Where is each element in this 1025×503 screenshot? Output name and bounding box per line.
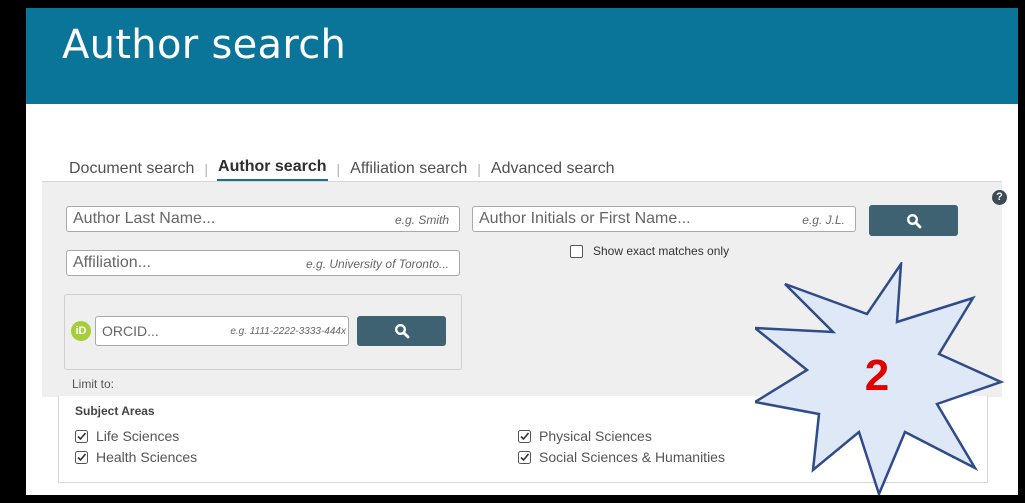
tab-advanced-search[interactable]: Advanced search	[490, 158, 616, 180]
annotation-number: 2	[865, 351, 889, 400]
exact-matches-checkbox[interactable]	[570, 244, 583, 258]
checkbox-checked-icon	[518, 429, 531, 443]
tab-separator: |	[204, 161, 209, 177]
search-tabs: Document search | Author search | Affili…	[68, 156, 616, 182]
tab-separator: |	[336, 161, 341, 177]
tab-affiliation-search[interactable]: Affiliation search	[349, 158, 468, 180]
header-banner: Author search	[26, 8, 1018, 104]
subject-areas-title: Subject Areas	[75, 404, 155, 418]
checkbox-checked-icon	[75, 429, 88, 443]
first-name-placeholder: Author Initials or First Name...	[479, 210, 691, 227]
orcid-search-button[interactable]	[357, 316, 446, 346]
subject-label: Physical Sciences	[539, 428, 652, 444]
page-frame: Author search Document search | Author s…	[26, 8, 1018, 495]
affiliation-placeholder: Affiliation...	[73, 254, 151, 271]
orcid-example: e.g. 1111-2222-3333-444x	[230, 326, 346, 337]
search-icon	[394, 323, 409, 339]
affiliation-input[interactable]: Affiliation... e.g. University of Toront…	[66, 250, 460, 276]
last-name-example: e.g. Smith	[394, 213, 449, 227]
exact-matches-label: Show exact matches only	[593, 244, 730, 258]
subject-social-sciences-humanities[interactable]: Social Sciences & Humanities	[518, 449, 725, 465]
help-icon[interactable]: ?	[992, 190, 1007, 205]
last-name-input[interactable]: Author Last Name... e.g. Smith	[66, 206, 460, 232]
orcid-placeholder: ORCID...	[102, 323, 159, 339]
subject-physical-sciences[interactable]: Physical Sciences	[518, 428, 652, 444]
tab-document-search[interactable]: Document search	[68, 158, 195, 180]
author-search-button[interactable]	[869, 205, 958, 236]
checkbox-checked-icon	[75, 450, 88, 464]
tab-separator: |	[477, 161, 481, 177]
orcid-search-box: iD ORCID... e.g. 1111-2222-3333-444x	[64, 294, 462, 370]
first-name-example: e.g. J.L.	[802, 213, 845, 227]
last-name-placeholder: Author Last Name...	[73, 210, 216, 227]
orcid-input[interactable]: ORCID... e.g. 1111-2222-3333-444x	[95, 316, 349, 346]
page-title: Author search	[62, 22, 347, 68]
first-name-input[interactable]: Author Initials or First Name... e.g. J.…	[472, 206, 856, 232]
subject-life-sciences[interactable]: Life Sciences	[75, 428, 179, 444]
subject-health-sciences[interactable]: Health Sciences	[75, 449, 197, 465]
orcid-icon: iD	[71, 321, 91, 341]
subject-label: Social Sciences & Humanities	[539, 449, 725, 465]
limit-to-label: Limit to:	[72, 377, 115, 391]
search-icon	[906, 213, 921, 228]
annotation-starburst: 2	[755, 262, 1005, 495]
subject-label: Health Sciences	[96, 449, 198, 465]
subject-label: Life Sciences	[96, 428, 180, 444]
exact-matches-option[interactable]: Show exact matches only	[570, 244, 729, 258]
checkbox-checked-icon	[518, 450, 531, 464]
affiliation-example: e.g. University of Toronto...	[306, 257, 449, 271]
tab-author-search[interactable]: Author search	[217, 156, 328, 182]
